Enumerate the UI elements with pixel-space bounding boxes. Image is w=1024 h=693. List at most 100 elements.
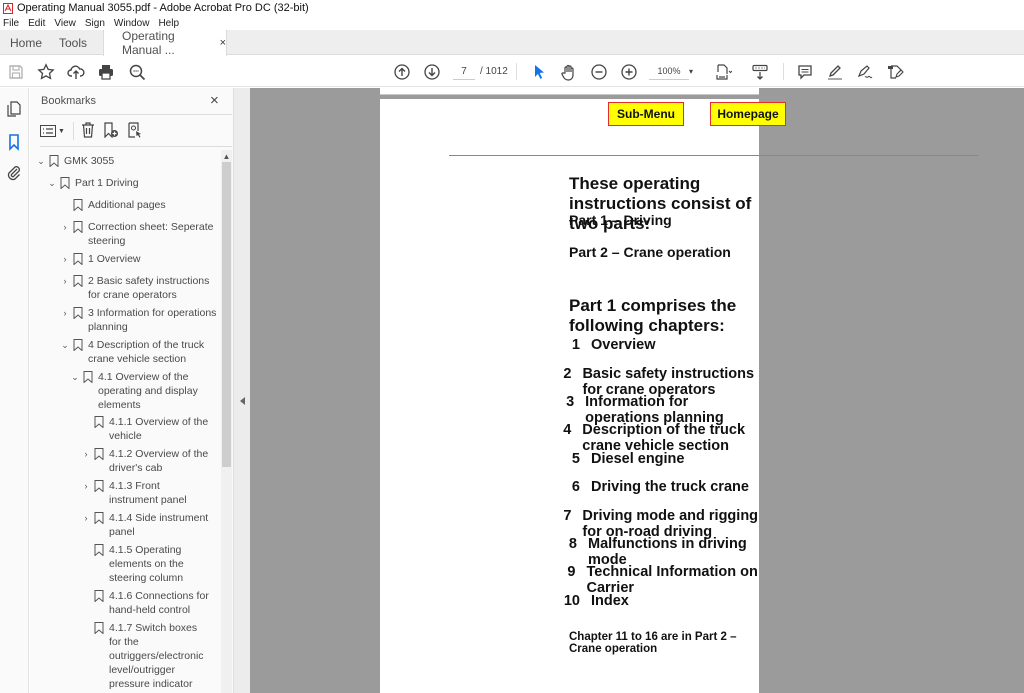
chapters-heading: Part 1 comprises the following chapters: [569, 296, 737, 335]
toolbar: 7 / 1012 100% ▾ [0, 56, 1024, 87]
bookmark-item[interactable]: › 2 Basic safety instructions for crane … [60, 274, 213, 302]
bookmark-item[interactable]: › 1 Overview [60, 252, 220, 266]
chevron-down-icon[interactable]: ⌄ [60, 338, 70, 352]
chevron-right-icon[interactable]: › [60, 220, 70, 234]
fill-sign-button[interactable] [884, 61, 906, 83]
zoom-in-button[interactable] [618, 61, 640, 83]
scroll-up-icon[interactable]: ▲ [221, 152, 232, 161]
zoom-out-button[interactable] [588, 61, 610, 83]
sign-button[interactable] [854, 61, 876, 83]
bookmark-icon [94, 480, 104, 492]
next-page-button[interactable] [421, 61, 443, 83]
save-icon [9, 65, 23, 79]
chapter-title: Diesel engine [591, 451, 685, 467]
new-bookmark-button[interactable] [103, 121, 119, 141]
print-button[interactable] [95, 61, 117, 83]
menu-sign[interactable]: Sign [85, 18, 105, 29]
scrollbar-thumb[interactable] [222, 162, 231, 467]
page-fit-icon [716, 64, 732, 80]
bookmark-item[interactable]: › 4.1.4 Side instrument panel [81, 511, 209, 539]
bookmark-label: 1 Overview [88, 253, 141, 265]
previous-page-edge [380, 88, 759, 95]
bookmark-item[interactable]: ⌄ 4.1 Overview of the operating and disp… [70, 370, 206, 412]
bookmark-item[interactable]: Additional pages [60, 198, 220, 212]
previous-page-button[interactable] [391, 61, 413, 83]
bookmark-star-button[interactable] [35, 61, 57, 83]
cloud-upload-icon [67, 65, 85, 79]
tab-document[interactable]: Operating Manual ... × [103, 29, 227, 57]
zoom-level-input[interactable]: 100% [649, 63, 689, 80]
chevron-right-icon[interactable]: › [81, 479, 91, 493]
tab-tools[interactable]: Tools [59, 30, 87, 55]
chevron-right-icon[interactable]: › [60, 274, 70, 288]
menu-edit[interactable]: Edit [28, 18, 45, 29]
chevron-down-icon[interactable]: ⌄ [36, 154, 46, 168]
menu-help[interactable]: Help [158, 18, 179, 29]
bookmark-icon [83, 371, 93, 383]
menu-window[interactable]: Window [114, 18, 150, 29]
close-panel-icon[interactable]: × [210, 92, 219, 109]
page-number-input[interactable]: 7 [453, 63, 475, 80]
bookmark-label: 4.1 Overview of the operating and displa… [98, 371, 198, 411]
menu-view[interactable]: View [54, 18, 76, 29]
bookmarks-scrollbar[interactable]: ▲ [221, 150, 232, 693]
bookmark-icon [49, 155, 59, 167]
attachments-button[interactable] [5, 163, 23, 181]
tab-home[interactable]: Home [10, 30, 42, 55]
panel-splitter[interactable] [233, 88, 250, 693]
close-tab-icon[interactable]: × [220, 37, 226, 49]
chevron-right-icon[interactable]: › [81, 511, 91, 525]
find-button[interactable] [126, 61, 148, 83]
scroll-mode-button[interactable] [749, 61, 771, 83]
bookmark-item[interactable]: › 4.1.3 Front instrument panel [81, 479, 209, 507]
delete-bookmark-button[interactable] [81, 121, 95, 141]
bookmark-item[interactable]: › 3 Information for operations planning [60, 306, 223, 334]
homepage-link[interactable]: Homepage [710, 102, 786, 126]
bookmark-item[interactable]: 4.1.5 Operating elements on the steering… [81, 543, 199, 585]
comment-button[interactable] [794, 61, 816, 83]
search-zoom-icon [129, 64, 146, 81]
bookmark-item[interactable]: 4.1.6 Connections for hand-held control [81, 589, 209, 617]
chevron-down-icon[interactable]: ⌄ [70, 370, 80, 384]
bookmark-icon [73, 199, 83, 211]
page-thumbnails-icon [7, 101, 21, 117]
arrow-down-circle-icon [424, 64, 440, 80]
zoom-dropdown-icon[interactable]: ▾ [689, 63, 693, 80]
collapse-panel-icon[interactable] [240, 397, 245, 405]
bookmark-item[interactable]: 4.1.7 Switch boxes for the outriggers/el… [81, 621, 209, 691]
page-display-button[interactable] [712, 61, 734, 83]
chevron-right-icon[interactable]: › [60, 252, 70, 266]
chevron-down-icon[interactable]: ⌄ [47, 176, 57, 190]
highlight-icon [828, 65, 842, 80]
chevron-right-icon[interactable]: › [60, 306, 70, 320]
sub-menu-link[interactable]: Sub-Menu [608, 102, 684, 126]
tab-home-label: Home [10, 35, 43, 50]
page-thumbnails-button[interactable] [5, 100, 23, 118]
keyboard-scroll-icon [752, 64, 768, 80]
bookmark-label: 4.1.4 Side instrument panel [109, 512, 209, 538]
save-button[interactable] [5, 61, 27, 83]
upload-button[interactable] [65, 61, 87, 83]
navigation-rail [0, 88, 29, 693]
bookmark-item[interactable]: › Correction sheet: Seperate steering [60, 220, 220, 248]
part2-note: Chapter 11 to 16 are in Part 2 – Crane o… [569, 631, 737, 655]
bookmark-item[interactable]: ⌄ Part 1 Driving [47, 176, 215, 190]
tab-tools-label: Tools [59, 35, 88, 50]
chevron-right-icon[interactable]: › [81, 447, 91, 461]
chapter-row: 1 Overview [560, 337, 656, 353]
acrobat-icon [3, 2, 13, 14]
bookmark-icon [73, 307, 83, 319]
highlight-button[interactable] [824, 61, 846, 83]
bookmark-item[interactable]: › 4.1.2 Overview of the driver's cab [81, 447, 209, 475]
bookmark-icon [94, 512, 104, 524]
chapter-number: 4 [563, 422, 572, 438]
options-menu-button[interactable]: ▼ [40, 125, 65, 137]
bookmarks-button[interactable] [5, 133, 23, 151]
bookmark-item[interactable]: 4.1.1 Overview of the vehicle [81, 415, 209, 443]
bookmark-item[interactable]: ⌄ 4 Description of the truck crane vehic… [60, 338, 210, 366]
bookmark-item[interactable]: ⌄ GMK 3055 [36, 154, 194, 168]
bookmark-from-selection-button[interactable] [127, 121, 143, 141]
select-tool-button[interactable] [528, 61, 550, 83]
menu-file[interactable]: File [3, 18, 19, 29]
hand-tool-button[interactable] [558, 61, 580, 83]
